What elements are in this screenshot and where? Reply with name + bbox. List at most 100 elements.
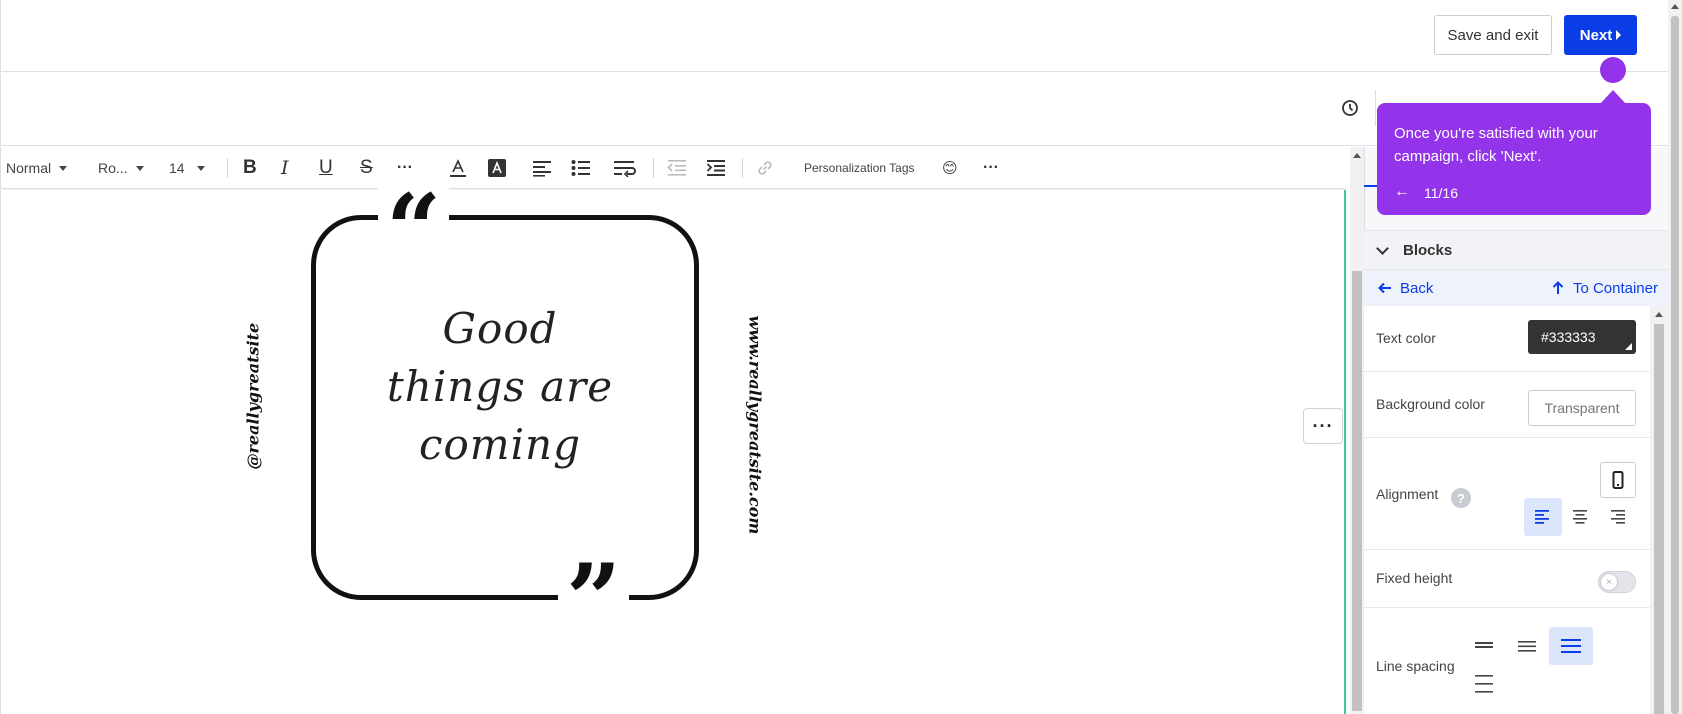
emoji-icon: 😊 <box>942 160 958 177</box>
help-icon[interactable]: ? <box>1451 488 1471 508</box>
selected-block-outline <box>1344 190 1346 714</box>
blocks-section-title: Blocks <box>1403 241 1453 259</box>
tour-step-counter: 11/16 <box>1424 185 1458 201</box>
text-color-picker[interactable]: #333333 <box>1528 320 1636 354</box>
quote-line: Good <box>442 304 558 353</box>
align-center-button[interactable] <box>1561 498 1599 536</box>
tour-hotspot[interactable] <box>1600 57 1626 83</box>
indent-button[interactable] <box>706 147 726 189</box>
properties-scroll-thumb[interactable] <box>1654 324 1664 714</box>
underline-icon: U <box>319 157 333 178</box>
formatting-toolbar: Normal Ro... 14 B I U S ··· Personalizat… <box>0 147 1346 189</box>
underline-button[interactable]: U <box>319 147 333 189</box>
bullet-list-icon <box>571 160 590 176</box>
align-right-icon <box>1611 510 1625 524</box>
align-button[interactable] <box>532 147 552 189</box>
personalization-tags-button[interactable]: Personalization Tags <box>804 147 915 189</box>
panel-nav-row: Back To Container <box>1364 270 1668 306</box>
toolbar-divider <box>742 158 743 178</box>
more-horizontal-icon: ··· <box>983 159 999 176</box>
background-color-label: Background color <box>1376 396 1485 412</box>
outdent-button[interactable] <box>667 147 687 189</box>
scroll-up-icon <box>1671 4 1679 9</box>
link-icon <box>758 161 772 175</box>
toolbar-divider <box>1375 90 1376 126</box>
text-wrap-button[interactable] <box>613 147 637 189</box>
line-spacing-relaxed-icon <box>1561 639 1581 653</box>
background-color-field[interactable] <box>1528 390 1636 426</box>
bold-icon: B <box>243 157 257 178</box>
save-and-exit-button[interactable]: Save and exit <box>1434 15 1552 55</box>
font-size-select[interactable]: 14 <box>169 147 205 189</box>
text-color-value: #333333 <box>1541 329 1596 345</box>
chevron-down-icon <box>196 165 205 171</box>
line-spacing-label: Line spacing <box>1376 658 1455 674</box>
highlight-color-button[interactable] <box>487 147 507 189</box>
tour-tooltip-arrow <box>1600 90 1626 104</box>
fixed-height-toggle[interactable]: × <box>1598 571 1636 593</box>
tour-back-button[interactable]: ← <box>1394 183 1410 201</box>
back-link-label: Back <box>1400 279 1434 297</box>
next-button[interactable]: Next <box>1564 15 1637 55</box>
chevron-down-icon <box>59 165 68 171</box>
alignment-label: Alignment <box>1376 486 1439 502</box>
toggle-off-icon: × <box>1601 574 1617 590</box>
more-toolbar-options-button[interactable]: ··· <box>983 147 999 189</box>
to-container-link[interactable]: To Container <box>1551 280 1658 297</box>
font-size-value: 14 <box>169 160 185 176</box>
resize-corner-icon <box>1625 343 1632 350</box>
align-right-button[interactable] <box>1598 498 1636 536</box>
text-color-icon <box>450 159 466 177</box>
arrow-left-icon <box>1378 282 1391 294</box>
highlight-icon <box>488 159 506 177</box>
text-color-button[interactable] <box>448 147 468 189</box>
align-left-button[interactable] <box>1524 498 1562 536</box>
bullet-list-button[interactable] <box>571 147 591 189</box>
align-left-icon <box>1535 510 1549 524</box>
properties-scrollbar[interactable] <box>1650 306 1668 714</box>
font-family-value: Ro... <box>98 160 128 176</box>
toolbar-divider <box>653 158 654 178</box>
line-spacing-normal-button[interactable] <box>1505 627 1549 665</box>
page-scroll-thumb[interactable] <box>1671 16 1679 714</box>
paragraph-style-select[interactable]: Normal <box>6 147 68 189</box>
mobile-view-toggle[interactable] <box>1600 462 1636 498</box>
font-family-select[interactable]: Ro... <box>98 147 144 189</box>
back-link[interactable]: Back <box>1378 280 1433 297</box>
insert-link-button[interactable] <box>756 147 774 189</box>
text-wrap-icon <box>614 161 636 177</box>
line-spacing-tight-button[interactable] <box>1462 627 1506 665</box>
page-scrollbar[interactable] <box>1668 0 1682 714</box>
line-spacing-wide-icon <box>1475 675 1493 693</box>
toolbar-divider <box>227 158 228 178</box>
scroll-up-icon <box>1353 153 1361 158</box>
history-icon[interactable] <box>1340 98 1360 118</box>
tour-tooltip: Once you're satisfied with your campaign… <box>1377 103 1651 215</box>
social-handle-text: @reallygreatsite <box>243 322 263 470</box>
to-container-label: To Container <box>1572 279 1658 297</box>
tour-message: Once you're satisfied with your campaign… <box>1394 125 1598 165</box>
block-more-options-button[interactable]: ··· <box>1303 408 1343 444</box>
italic-button[interactable]: I <box>281 147 289 189</box>
next-button-label: Next <box>1579 26 1613 44</box>
quote-text[interactable]: Good things are coming <box>340 300 660 474</box>
quote-line: coming <box>418 420 581 469</box>
chevron-down-icon <box>135 165 144 171</box>
open-quote-mark: “ <box>378 182 450 278</box>
mobile-phone-icon <box>1612 471 1624 489</box>
strikethrough-button[interactable]: S <box>360 147 373 189</box>
scroll-up-icon <box>1655 312 1663 317</box>
canvas-scroll-thumb[interactable] <box>1352 271 1362 711</box>
emoji-button[interactable]: 😊 <box>942 147 958 189</box>
website-text: www.reallygreatsite.com <box>745 315 765 535</box>
line-spacing-wide-button[interactable] <box>1462 665 1506 703</box>
italic-icon: I <box>281 157 289 179</box>
bold-button[interactable]: B <box>243 147 257 189</box>
line-spacing-tight-icon <box>1475 642 1493 648</box>
line-spacing-relaxed-button[interactable] <box>1549 627 1593 665</box>
blocks-section-header[interactable]: Blocks <box>1364 230 1668 270</box>
arrow-up-icon <box>1552 281 1564 294</box>
canvas-scrollbar[interactable] <box>1350 147 1364 714</box>
paragraph-style-value: Normal <box>6 160 52 176</box>
quote-line: things are <box>386 362 614 411</box>
